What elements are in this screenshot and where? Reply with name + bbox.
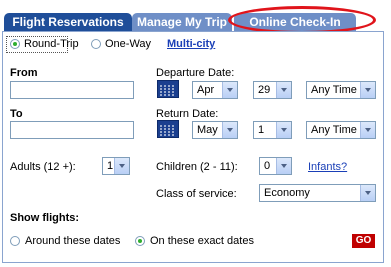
chevron-down-icon: [360, 82, 375, 98]
adults-label: Adults (12 +):: [10, 161, 76, 173]
from-input[interactable]: [10, 81, 134, 99]
return-month-select[interactable]: May: [192, 121, 238, 139]
chevron-down-icon: [114, 158, 129, 174]
chevron-down-icon: [276, 158, 291, 174]
around-dates-radio[interactable]: [10, 236, 20, 246]
go-button[interactable]: GO: [352, 234, 375, 248]
departure-calendar-icon[interactable]: [157, 80, 179, 98]
chevron-down-icon: [360, 185, 375, 201]
multi-city-link[interactable]: Multi-city: [167, 38, 215, 50]
to-label: To: [10, 108, 23, 120]
infants-link[interactable]: Infants?: [308, 161, 347, 173]
children-select[interactable]: 0: [259, 157, 292, 175]
children-label: Children (2 - 11):: [156, 161, 238, 173]
chevron-down-icon: [222, 82, 237, 98]
around-dates-label[interactable]: Around these dates: [25, 235, 120, 247]
round-trip-label[interactable]: Round-Trip: [24, 38, 79, 50]
return-day-value: 1: [258, 124, 265, 136]
return-date-label: Return Date:: [156, 108, 219, 120]
departure-month-select[interactable]: Apr: [192, 81, 238, 99]
return-time-value: Any Time: [311, 124, 357, 136]
tab-flight-reservations[interactable]: Flight Reservations: [4, 13, 132, 31]
highlight-oval: [228, 6, 376, 34]
from-label: From: [10, 67, 38, 79]
chevron-down-icon: [276, 82, 291, 98]
departure-month-value: Apr: [197, 84, 215, 96]
departure-day-select[interactable]: 29: [253, 81, 292, 99]
chevron-down-icon: [222, 122, 237, 138]
exact-dates-radio[interactable]: [135, 236, 145, 246]
one-way-label[interactable]: One-Way: [105, 38, 151, 50]
class-of-service-value: Economy: [264, 187, 310, 199]
round-trip-radio[interactable]: [10, 39, 20, 49]
departure-time-select[interactable]: Any Time: [306, 81, 376, 99]
departure-date-label: Departure Date:: [156, 67, 235, 79]
booking-panel: [2, 31, 384, 263]
return-month-value: May: [197, 124, 218, 136]
chevron-down-icon: [360, 122, 375, 138]
exact-dates-label[interactable]: On these exact dates: [150, 235, 254, 247]
tab-manage-my-trip[interactable]: Manage My Trip: [132, 13, 232, 31]
to-input[interactable]: [10, 121, 134, 139]
class-of-service-label: Class of service:: [156, 188, 237, 200]
adults-select[interactable]: 1: [102, 157, 130, 175]
class-of-service-select[interactable]: Economy: [259, 184, 376, 202]
show-flights-label: Show flights:: [10, 212, 80, 224]
return-day-select[interactable]: 1: [253, 121, 292, 139]
departure-time-value: Any Time: [311, 84, 357, 96]
adults-value: 1: [107, 160, 114, 172]
chevron-down-icon: [276, 122, 291, 138]
return-calendar-icon[interactable]: [157, 120, 179, 138]
one-way-radio[interactable]: [91, 39, 101, 49]
return-time-select[interactable]: Any Time: [306, 121, 376, 139]
departure-day-value: 29: [258, 84, 271, 96]
children-value: 0: [264, 160, 271, 172]
